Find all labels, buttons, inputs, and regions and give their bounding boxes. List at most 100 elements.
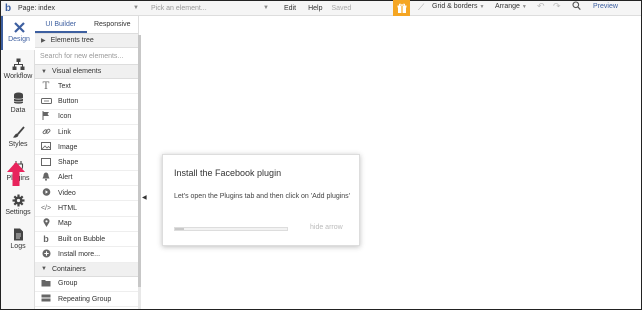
pick-element-dropdown[interactable]: Pick an element... ▼ — [151, 5, 269, 12]
element-built-on-bubble[interactable]: b Built on Bubble — [35, 232, 138, 248]
element-alert[interactable]: Alert — [35, 171, 138, 187]
element-group[interactable]: Group — [35, 277, 138, 292]
element-label: Map — [58, 220, 72, 228]
nav-logs[interactable]: Logs — [1, 223, 35, 257]
link-icon — [40, 127, 52, 138]
flag-icon — [40, 111, 52, 122]
element-label: Image — [58, 143, 78, 151]
text-icon: T — [42, 80, 50, 92]
panel-tabs: UI Builder Responsive — [35, 16, 138, 34]
element-label: Shape — [58, 159, 79, 167]
elements-panel: UI Builder Responsive ▶ Elements tree Se… — [35, 16, 139, 309]
button-icon — [40, 97, 52, 106]
panel-scrollbar-thumb[interactable] — [138, 35, 141, 287]
chevron-down-icon: ▼ — [133, 5, 139, 11]
nav-data-label: Data — [10, 107, 26, 114]
element-label: HTML — [58, 205, 78, 213]
gift-icon[interactable] — [393, 0, 410, 16]
elements-tree-header[interactable]: ▶ Elements tree — [35, 34, 138, 48]
containers-label: Containers — [51, 265, 86, 273]
chevron-down-icon: ▼ — [263, 5, 269, 11]
popup-progress-fill — [175, 228, 184, 230]
element-html[interactable]: </> HTML — [35, 201, 138, 217]
help-menu[interactable]: Help — [308, 5, 322, 12]
element-search-input[interactable]: Search for new elements... — [35, 48, 138, 65]
redo-icon[interactable]: ↷ — [553, 1, 561, 12]
bell-icon — [40, 172, 52, 183]
top-bar: b Page: index ▼ Pick an element... ▼ Edi… — [1, 1, 641, 16]
element-label: Repeating Group — [58, 295, 112, 303]
chevron-down-icon: ▼ — [479, 4, 485, 10]
popup-body: Let's open the Plugins tab and then clic… — [174, 193, 351, 200]
element-map[interactable]: Map — [35, 217, 138, 232]
nav-styles-label: Styles — [8, 141, 28, 148]
onboarding-popup: Install the Facebook plugin Let's open t… — [162, 154, 360, 246]
grid-borders-menu[interactable]: Grid & borders ▼ — [432, 3, 484, 10]
preview-button[interactable]: Preview — [593, 3, 618, 10]
element-icon[interactable]: Icon — [35, 110, 138, 125]
panel-scrollbar[interactable] — [138, 35, 141, 309]
design-tools-icon — [13, 21, 26, 34]
element-label: Text — [58, 82, 71, 90]
nav-styles[interactable]: Styles — [1, 121, 35, 155]
arrange-menu[interactable]: Arrange ▼ — [495, 3, 527, 10]
tab-ui-builder[interactable]: UI Builder — [35, 16, 87, 33]
database-icon — [13, 92, 24, 105]
saved-status: Saved — [331, 4, 352, 12]
edit-menu[interactable]: Edit — [284, 5, 296, 12]
folder-icon — [40, 279, 52, 289]
tab-responsive[interactable]: Responsive — [87, 16, 139, 33]
grid-borders-label: Grid & borders — [432, 3, 478, 10]
popup-progress-bar — [174, 227, 288, 231]
caret-down-icon: ▼ — [41, 266, 47, 273]
document-icon — [13, 228, 24, 241]
pointer-arrow-icon — [7, 162, 25, 186]
shape-icon — [40, 157, 52, 168]
repeating-group-icon — [40, 294, 52, 304]
plus-circle-icon — [40, 249, 52, 260]
page-selector[interactable]: Page: index ▼ — [18, 5, 143, 12]
bubble-logo[interactable]: b — [1, 1, 15, 15]
element-video[interactable]: Video — [35, 186, 138, 202]
element-shape[interactable]: Shape — [35, 155, 138, 171]
visual-elements-label: Visual elements — [51, 68, 102, 75]
image-icon — [40, 142, 52, 152]
containers-header[interactable]: ▼ Containers — [35, 262, 138, 277]
element-repeating-group[interactable]: Repeating Group — [35, 292, 138, 308]
gear-icon — [12, 194, 25, 207]
map-pin-icon — [40, 218, 52, 229]
nav-settings-label: Settings — [5, 209, 31, 216]
nav-workflow-label: Workflow — [3, 73, 33, 80]
caret-down-icon: ▼ — [41, 68, 47, 75]
arrange-label: Arrange — [495, 3, 520, 10]
element-install-more[interactable]: Install more... — [35, 247, 138, 263]
hide-arrow-link[interactable]: hide arrow — [310, 224, 343, 231]
search-icon[interactable] — [572, 1, 581, 13]
collapse-panel-icon[interactable]: ◀ — [142, 194, 147, 201]
element-text[interactable]: T Text — [35, 79, 138, 95]
element-link[interactable]: Link — [35, 125, 138, 141]
nav-design-label: Design — [8, 36, 30, 43]
nav-data[interactable]: Data — [1, 87, 35, 121]
element-label: Built on Bubble — [58, 235, 106, 243]
popup-title: Install the Facebook plugin — [174, 168, 282, 178]
element-label: Icon — [58, 113, 72, 121]
nav-settings[interactable]: Settings — [1, 189, 35, 223]
undo-icon[interactable]: ↶ — [537, 1, 545, 12]
element-label: Install more... — [58, 250, 101, 258]
element-label: Alert — [58, 174, 73, 182]
video-icon — [40, 188, 52, 198]
caret-right-icon: ▶ — [41, 38, 46, 44]
magic-wand-icon[interactable]: ⟋ — [418, 2, 424, 13]
workflow-icon — [12, 58, 25, 71]
nav-logs-label: Logs — [10, 243, 26, 250]
element-label: Video — [58, 189, 76, 197]
element-button[interactable]: Button — [35, 94, 138, 110]
visual-elements-header[interactable]: ▼ Visual elements — [35, 65, 138, 79]
nav-workflow[interactable]: Workflow — [1, 53, 35, 87]
element-label: Button — [58, 97, 79, 105]
element-image[interactable]: Image — [35, 140, 138, 156]
nav-design[interactable]: Design — [1, 16, 35, 50]
bubble-logo-icon: b — [43, 234, 49, 245]
page-selector-label: Page: index — [18, 4, 55, 12]
